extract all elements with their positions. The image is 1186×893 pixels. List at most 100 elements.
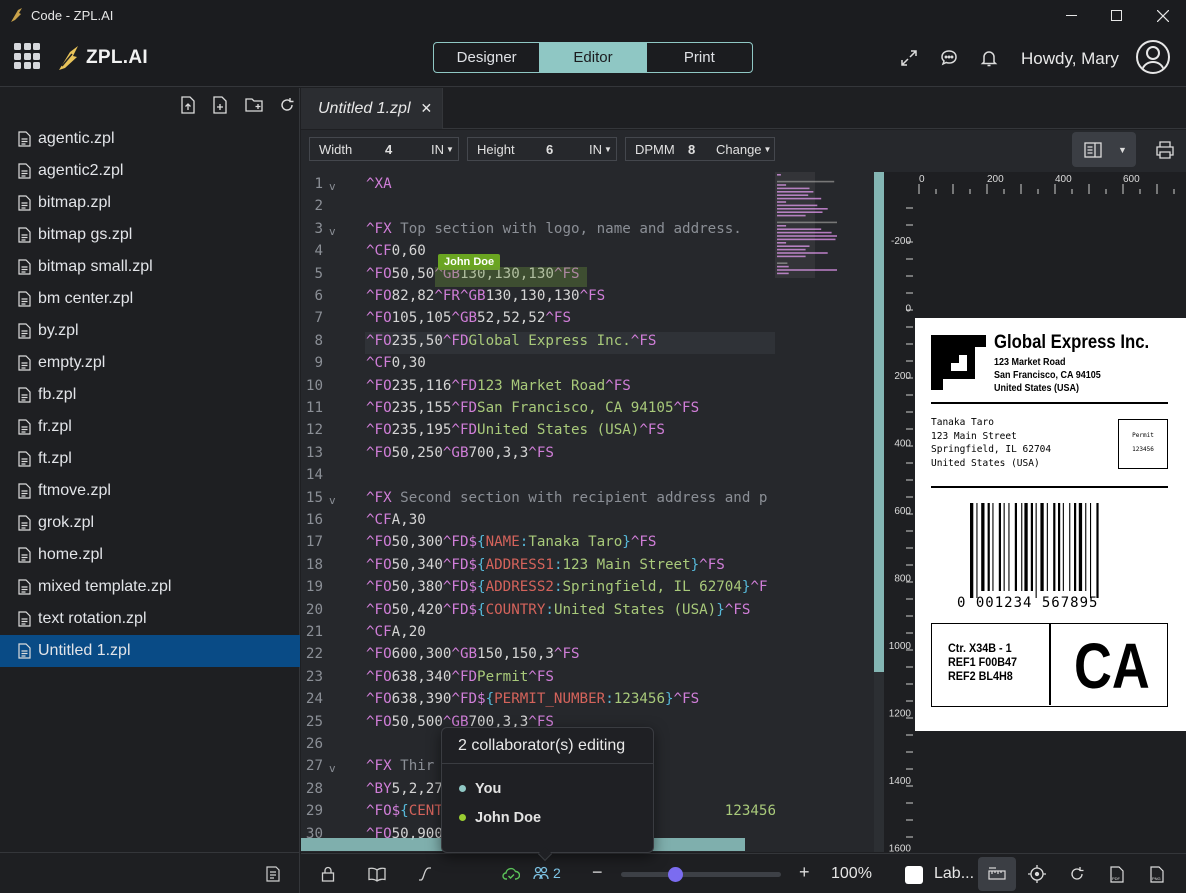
close-window-button[interactable] — [1140, 0, 1185, 31]
sidebar-file-item[interactable]: mixed template.zpl — [0, 571, 300, 603]
tab-untitled-1[interactable]: Untitled 1.zpl ✕ — [301, 88, 443, 129]
label-canvas[interactable]: Global Express Inc. 123 Market Road San … — [915, 318, 1186, 731]
cloud-sync-button[interactable] — [500, 864, 522, 884]
dpmm-field[interactable]: DPMM 8 Change ▼ — [625, 137, 775, 161]
outline-icon[interactable] — [266, 866, 280, 882]
height-field[interactable]: Height 6 IN ▼ — [467, 137, 617, 161]
close-tab-icon[interactable]: ✕ — [421, 100, 433, 117]
file-name: mixed template.zpl — [38, 578, 172, 595]
code-line: ^FO50,420^FD${COUNTRY:United States (USA… — [366, 601, 751, 618]
minimize-icon — [1066, 15, 1077, 16]
zoom-out-button[interactable]: − — [592, 862, 603, 883]
file-name: ft.zpl — [38, 450, 72, 467]
width-field[interactable]: Width 4 IN ▼ — [309, 137, 459, 161]
label-addr1: 123 Market Road — [994, 357, 1066, 368]
sidebar-file-item[interactable]: agentic.zpl — [0, 123, 300, 155]
dpmm-change-button[interactable]: Change ▼ — [716, 142, 771, 157]
code-line: ^FX Second section with recipient addres… — [366, 489, 768, 506]
pdf-icon: PDF — [1110, 865, 1124, 883]
sidebar-file-item[interactable]: bitmap small.zpl — [0, 251, 300, 283]
height-value[interactable]: 6 — [546, 142, 589, 157]
code-line: ^FO235,195^FDUnited States (USA)^FS — [366, 422, 665, 439]
signature-button[interactable] — [414, 864, 436, 884]
label-barcode — [970, 503, 1099, 598]
center-button[interactable] — [1026, 864, 1048, 884]
export-png-button[interactable]: PNG — [1146, 864, 1168, 884]
sidebar-file-item[interactable]: bitmap.zpl — [0, 187, 300, 219]
code-line: ^XA — [366, 176, 392, 192]
collaborators-button[interactable]: 2 — [533, 865, 561, 881]
height-unit-select[interactable]: IN ▼ — [589, 142, 612, 157]
zoom-in-button[interactable]: + — [799, 862, 810, 883]
zoom-slider[interactable] — [621, 867, 781, 882]
code-line: ^FO50,300^FD${NAME:Tanaka Taro}^FS — [366, 534, 657, 551]
sidebar-file-item[interactable]: grok.zpl — [0, 507, 300, 539]
code-line: ^CF0,60 — [366, 243, 426, 260]
user-color-dot — [459, 814, 466, 821]
mode-editor-tab[interactable]: Editor — [540, 43, 647, 72]
app-header: ZPL.AI Designer Editor Print Howdy, Mary — [0, 31, 1186, 87]
rotate-button[interactable] — [1066, 864, 1088, 884]
sidebar-file-item[interactable]: by.zpl — [0, 315, 300, 347]
lock-button[interactable] — [317, 864, 339, 884]
print-icon[interactable] — [1156, 141, 1174, 159]
ruler-toggle-button[interactable] — [978, 857, 1016, 891]
file-icon — [18, 323, 31, 339]
sidebar-file-item[interactable]: bitmap gs.zpl — [0, 219, 300, 251]
chat-icon — [941, 50, 957, 66]
width-unit-select[interactable]: IN ▼ — [431, 142, 454, 157]
fold-chevron-icon[interactable]: v — [329, 494, 336, 507]
export-pdf-button[interactable]: PDF — [1106, 864, 1128, 884]
fold-chevron-icon[interactable]: v — [329, 762, 336, 775]
sidebar-file-item[interactable]: empty.zpl — [0, 347, 300, 379]
line-number: 21 — [305, 624, 323, 640]
refresh-icon[interactable] — [279, 96, 295, 114]
sidebar-file-item[interactable]: Untitled 1.zpl — [0, 635, 300, 667]
sidebar-file-item[interactable]: home.zpl — [0, 539, 300, 571]
label-divider-2 — [931, 486, 1168, 488]
horizontal-ruler: 0 200 400 600 — [915, 172, 1186, 196]
file-icon — [18, 643, 31, 659]
minimize-button[interactable] — [1049, 0, 1094, 31]
sidebar-file-item[interactable]: fr.zpl — [0, 411, 300, 443]
chevron-down-icon[interactable]: ▼ — [1118, 145, 1127, 155]
mode-designer-tab[interactable]: Designer — [434, 43, 541, 72]
preview-layout-button[interactable]: ▼ — [1072, 132, 1136, 167]
sidebar-file-item[interactable]: bm center.zpl — [0, 283, 300, 315]
docs-button[interactable] — [366, 864, 388, 884]
zoom-slider-thumb[interactable] — [668, 867, 683, 882]
label-checkbox[interactable] — [905, 866, 923, 884]
line-number: 7 — [314, 310, 323, 327]
user-greeting[interactable]: Howdy, Mary — [1021, 49, 1119, 69]
file-name: fb.zpl — [38, 386, 77, 403]
new-folder-icon[interactable] — [245, 96, 263, 114]
close-icon — [1156, 9, 1169, 22]
fold-chevron-icon[interactable]: v — [329, 180, 336, 193]
fold-chevron-icon[interactable]: v — [329, 225, 336, 238]
file-name: home.zpl — [38, 546, 103, 563]
file-icon — [18, 419, 31, 435]
code-line: ^FO105,105^GB52,52,52^FS — [366, 310, 572, 327]
avatar[interactable] — [1136, 40, 1170, 74]
maximize-button[interactable] — [1094, 0, 1139, 31]
file-name: bitmap gs.zpl — [38, 226, 133, 243]
width-value[interactable]: 4 — [385, 142, 431, 157]
notifications-button[interactable] — [978, 47, 1000, 69]
upload-file-icon[interactable] — [180, 96, 196, 114]
mode-print-tab[interactable]: Print — [647, 43, 752, 72]
code-line: ^FO235,155^FDSan Francisco, CA 94105^FS — [366, 400, 700, 416]
brand[interactable]: ZPL.AI — [56, 43, 148, 73]
collaborator-john-doe: John Doe — [442, 803, 653, 832]
fullscreen-button[interactable] — [898, 47, 920, 69]
minimap[interactable] — [775, 172, 874, 852]
chat-button[interactable] — [938, 47, 960, 69]
sidebar-file-item[interactable]: ftmove.zpl — [0, 475, 300, 507]
svg-text:1600: 1600 — [889, 844, 912, 853]
sidebar-file-item[interactable]: ft.zpl — [0, 443, 300, 475]
sidebar-file-item[interactable]: agentic2.zpl — [0, 155, 300, 187]
code-line: ^FO235,50^FDGlobal Express Inc.^FS — [366, 332, 657, 349]
sidebar-file-item[interactable]: text rotation.zpl — [0, 603, 300, 635]
sidebar-file-item[interactable]: fb.zpl — [0, 379, 300, 411]
apps-grid-icon[interactable] — [14, 43, 40, 69]
new-file-icon[interactable] — [212, 96, 228, 114]
